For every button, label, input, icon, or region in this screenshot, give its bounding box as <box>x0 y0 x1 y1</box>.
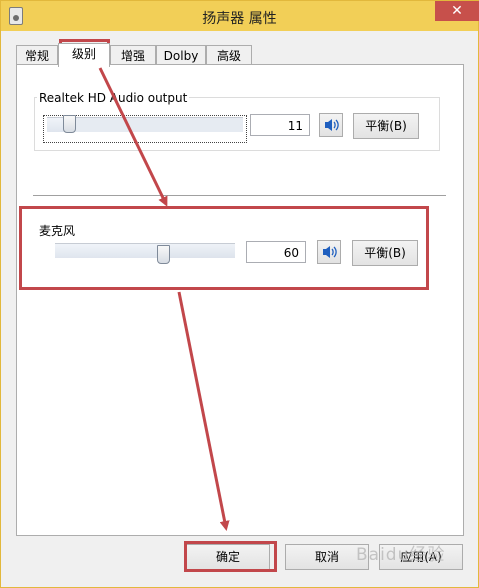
mic-volume-slider[interactable] <box>55 243 235 258</box>
mic-mute-button[interactable] <box>317 240 341 264</box>
window-title: 扬声器 属性 <box>202 11 277 27</box>
properties-window: 扬声器 属性 ✕ 常规 级别 增强 Dolby 高级 Realtek HD Au… <box>0 0 479 588</box>
mic-balance-button[interactable]: 平衡(B) <box>352 240 418 266</box>
dialog-client: 常规 级别 增强 Dolby 高级 Realtek HD Audio outpu… <box>8 31 470 580</box>
close-icon: ✕ <box>451 3 463 19</box>
output-group-title: Realtek HD Audio output <box>37 91 190 105</box>
output-mute-button[interactable] <box>319 113 343 137</box>
mic-group-title: 麦克风 <box>39 224 76 238</box>
mic-slider-fill <box>55 244 163 258</box>
close-button[interactable]: ✕ <box>435 1 479 21</box>
tab-dolby[interactable]: Dolby <box>156 45 206 66</box>
tab-enhancements[interactable]: 增强 <box>110 45 156 66</box>
title-bar[interactable]: 扬声器 属性 ✕ <box>1 1 479 31</box>
tab-advanced[interactable]: 高级 <box>206 45 252 66</box>
ok-button[interactable]: 确定 <box>186 544 270 570</box>
levels-page: Realtek HD Audio output 11 平衡(B) 麦克风 60 … <box>16 64 464 536</box>
output-slider-thumb[interactable] <box>62 115 76 133</box>
output-volume-slider[interactable] <box>47 117 243 132</box>
mic-slider-thumb[interactable] <box>157 245 170 264</box>
tab-levels[interactable]: 级别 <box>58 43 110 67</box>
output-volume-value[interactable]: 11 <box>250 114 310 136</box>
speaker-icon <box>325 119 339 131</box>
output-balance-button[interactable]: 平衡(B) <box>353 113 419 139</box>
speaker-icon <box>323 246 337 258</box>
tab-general[interactable]: 常规 <box>16 45 58 66</box>
section-divider <box>33 195 446 196</box>
baidu-watermark: Baidu经验 <box>356 545 446 565</box>
mic-volume-value[interactable]: 60 <box>246 241 306 263</box>
